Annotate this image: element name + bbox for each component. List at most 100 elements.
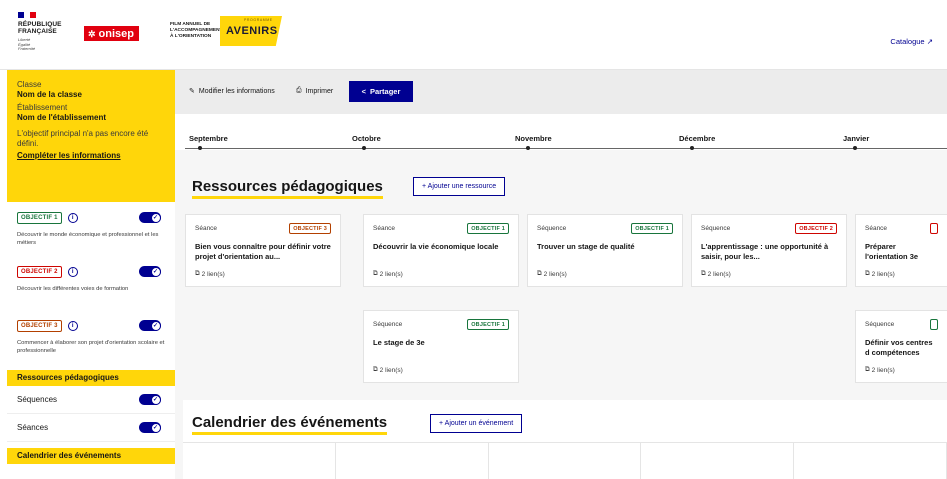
month-label[interactable]: Janvier: [843, 134, 869, 143]
resources-title: Ressources pédagogiques: [192, 178, 383, 199]
card-title: Préparer l'orientation 3e: [865, 242, 919, 261]
month-label[interactable]: Septembre: [189, 134, 228, 143]
card-title: L'apprentissage : une opportunité à sais…: [701, 242, 829, 261]
objective-badge: OBJECTIF 1: [17, 211, 62, 224]
seances-toggle[interactable]: [139, 422, 161, 433]
add-resource-button[interactable]: + Ajouter une ressource: [413, 177, 506, 196]
print-button[interactable]: ⎙ Imprimer: [296, 87, 333, 95]
etablissement-label: Établissement: [17, 103, 68, 112]
card-title: Définir vos centres d compétences: [865, 338, 933, 357]
link-icon: ⧉: [865, 270, 870, 277]
resources-title-text: Ressources pédagogiques: [192, 178, 383, 195]
share-label: Partager: [369, 87, 401, 96]
calendar-column[interactable]: [794, 443, 947, 479]
timeline-dot: [198, 146, 202, 150]
link-icon: ⧉: [195, 270, 200, 277]
link-icon: ⧉: [701, 270, 706, 277]
timeline-dot: [362, 146, 366, 150]
card-type: Séance: [373, 225, 396, 232]
calendar-title: Calendrier des événements: [192, 414, 388, 435]
sidebar-item-sequences: Séquences: [7, 386, 175, 414]
print-label: Imprimer: [305, 87, 334, 95]
month-label[interactable]: Décembre: [679, 134, 715, 143]
card-title: Découvrir la vie économique locale: [373, 242, 499, 251]
objective-description: Découvrir le monde économique et profess…: [17, 232, 159, 246]
share-button[interactable]: < Partager: [349, 81, 413, 102]
resource-card[interactable]: Séquence OBJECTIF 1 Le stage de 3e ⧉ 2 lie…: [363, 310, 519, 383]
card-links: 2 lien(s): [871, 366, 895, 374]
card-links: 2 lien(s): [543, 270, 567, 278]
link-icon: ⧉: [373, 270, 378, 277]
complete-info-link[interactable]: Compléter les informations: [17, 151, 165, 160]
card-type: Séquence: [865, 321, 895, 328]
objective-badge: [930, 223, 938, 234]
info-icon[interactable]: i: [67, 212, 78, 223]
resource-card[interactable]: Séquence OBJECTIF 1 Trouver un stage de q…: [527, 214, 683, 287]
card-type: Séquence: [373, 321, 403, 328]
info-icon[interactable]: i: [67, 266, 78, 277]
modify-info-button[interactable]: ✎ Modifier les informations: [189, 87, 275, 96]
month-label[interactable]: Novembre: [515, 134, 552, 143]
title-underline: [192, 196, 383, 199]
calendar-grid: [183, 442, 947, 479]
programme-label: PROGRAMME: [244, 18, 273, 22]
objective-item: OBJECTIF 2 i Découvrir les différentes v…: [7, 256, 175, 310]
print-icon: ⎙: [296, 87, 302, 94]
objective-badge: OBJECTIF 2: [795, 223, 837, 234]
resource-card[interactable]: Séance Préparer l'orientation 3e ⧉ 2 lien…: [855, 214, 947, 287]
card-type: Séquence: [701, 225, 731, 232]
objective-toggle[interactable]: [139, 212, 161, 223]
timeline-dot: [690, 146, 694, 150]
timeline-dot: [526, 146, 530, 150]
objective-badge: OBJECTIF 3: [289, 223, 331, 234]
republique-francaise-logo[interactable]: RÉPUBLIQUE FRANÇAISE Liberté Égalité Fra…: [18, 12, 78, 52]
republic-line-1: RÉPUBLIQUE: [18, 21, 62, 28]
card-links: 2 lien(s): [379, 270, 403, 278]
sidebar-item-seances: Séances: [7, 414, 175, 442]
calendar-column[interactable]: [336, 443, 489, 479]
info-icon[interactable]: i: [67, 320, 78, 331]
sidebar-section-ressources: Ressources pédagogiques: [7, 370, 175, 386]
catalogue-link[interactable]: Catalogue ↗: [890, 37, 933, 46]
etablissement-value: Nom de l'établissement: [17, 113, 107, 122]
avenirs-logo[interactable]: PROGRAMME AVENIRS: [220, 16, 282, 46]
objective-toggle[interactable]: [139, 266, 161, 277]
resource-card[interactable]: Séance OBJECTIF 3 Bien vous connaître pou…: [185, 214, 341, 287]
objective-badge: OBJECTIF 1: [467, 223, 509, 234]
sidebar-item-label: Séances: [17, 423, 49, 432]
sequences-toggle[interactable]: [139, 394, 161, 405]
resource-card[interactable]: Séance OBJECTIF 1 Découvrir la vie économ…: [363, 214, 519, 287]
card-type: Séance: [865, 225, 888, 232]
title-underline: [192, 432, 388, 435]
calendar-title-text: Calendrier des événements: [192, 414, 388, 431]
onisep-mark-icon: ✲: [88, 28, 96, 39]
republic-line-2: FRANÇAISE: [18, 28, 57, 35]
sidebar: Classe Nom de la classe Établissement No…: [7, 70, 175, 479]
month-timeline: Septembre Octobre Novembre Décembre Janv…: [175, 114, 947, 150]
objectif-note: L'objectif principal n'a pas encore été …: [17, 129, 149, 148]
objective-badge: OBJECTIF 2: [17, 265, 62, 278]
calendar-column[interactable]: [183, 443, 336, 479]
app-frame: RÉPUBLIQUE FRANÇAISE Liberté Égalité Fra…: [0, 0, 947, 479]
objective-toggle[interactable]: [139, 320, 161, 331]
resource-card[interactable]: Séquence Définir vos centres d compétenc…: [855, 310, 947, 383]
calendar-column[interactable]: [641, 443, 795, 479]
card-links: 2 lien(s): [379, 366, 403, 374]
sidebar-item-label: Séquences: [17, 395, 58, 404]
onisep-logo[interactable]: ✲ onisep: [84, 26, 139, 41]
card-title: Trouver un stage de qualité: [537, 242, 635, 251]
month-label[interactable]: Octobre: [352, 134, 381, 143]
timeline-axis: [185, 148, 947, 149]
card-links: 2 lien(s): [871, 270, 895, 278]
share-icon: <: [361, 87, 366, 96]
resource-card[interactable]: Séquence OBJECTIF 2 L'apprentissage : une…: [691, 214, 847, 287]
external-link-icon: ↗: [926, 37, 933, 46]
timeline-dot: [853, 146, 857, 150]
link-icon: ⧉: [373, 366, 378, 373]
objective-badge: OBJECTIF 3: [17, 319, 62, 332]
add-event-button[interactable]: + Ajouter un événement: [430, 414, 523, 433]
card-type: Séance: [195, 225, 218, 232]
calendar-column[interactable]: [489, 443, 642, 479]
objective-description: Découvrir les différentes voies de forma…: [17, 286, 129, 292]
classe-label: Classe: [17, 80, 42, 89]
